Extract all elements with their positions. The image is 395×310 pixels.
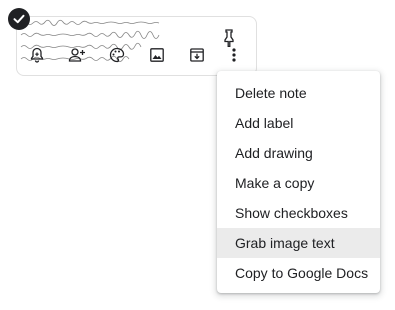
background-options-icon[interactable] [106, 44, 128, 66]
note-toolbar [17, 44, 254, 66]
keep-workspace: Delete note Add label Add drawing Make a… [0, 0, 395, 310]
more-icon[interactable] [223, 44, 245, 66]
menu-item-show-checkboxes[interactable]: Show checkboxes [217, 198, 380, 228]
archive-icon[interactable] [186, 44, 208, 66]
note-select-check-icon[interactable] [8, 8, 30, 30]
remind-me-icon[interactable] [26, 44, 48, 66]
menu-item-delete-note[interactable]: Delete note [217, 78, 380, 108]
note-options-menu: Delete note Add label Add drawing Make a… [217, 71, 380, 293]
menu-item-make-a-copy[interactable]: Make a copy [217, 168, 380, 198]
add-image-icon[interactable] [146, 44, 168, 66]
menu-item-add-drawing[interactable]: Add drawing [217, 138, 380, 168]
menu-item-grab-image-text[interactable]: Grab image text [217, 228, 380, 258]
collaborator-icon[interactable] [66, 44, 88, 66]
menu-item-add-label[interactable]: Add label [217, 108, 380, 138]
menu-item-copy-to-google-docs[interactable]: Copy to Google Docs [217, 258, 380, 288]
